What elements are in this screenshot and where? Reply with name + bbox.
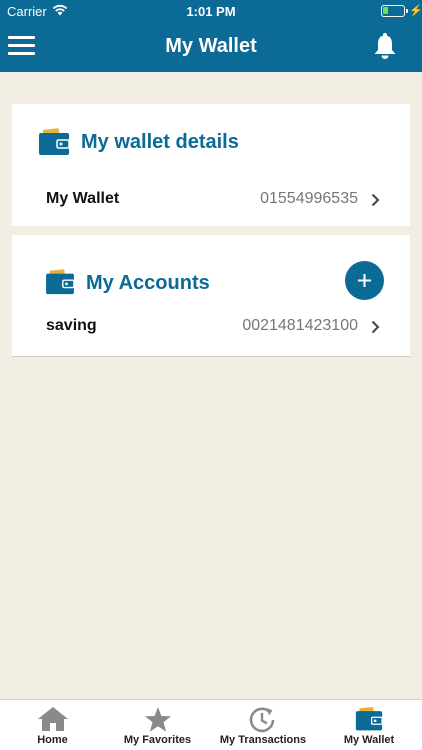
status-bar: Carrier 1:01 PM ⚡ bbox=[0, 0, 422, 22]
tab-favorites[interactable]: My Favorites bbox=[105, 700, 210, 750]
wallet-details-title: My wallet details bbox=[81, 131, 239, 153]
wallet-row[interactable]: My Wallet 01554996535 bbox=[12, 188, 410, 212]
chevron-right-icon bbox=[371, 193, 380, 207]
tab-home[interactable]: Home bbox=[0, 700, 105, 750]
page-title: My Wallet bbox=[165, 35, 257, 57]
accounts-title: My Accounts bbox=[86, 272, 210, 294]
bell-icon bbox=[374, 33, 396, 59]
wallet-icon bbox=[355, 706, 383, 731]
plus-icon bbox=[358, 274, 371, 287]
charging-icon: ⚡ bbox=[409, 5, 422, 17]
accounts-card: My Accounts saving 0021481423100 bbox=[12, 235, 410, 357]
wallet-row-label: My Wallet bbox=[46, 190, 120, 207]
tab-wallet[interactable]: My Wallet bbox=[316, 700, 422, 750]
wallet-icon bbox=[46, 269, 75, 295]
account-row[interactable]: saving 0021481423100 bbox=[12, 315, 410, 339]
tab-home-label: Home bbox=[37, 734, 68, 746]
tab-transactions[interactable]: My Transactions bbox=[210, 700, 316, 750]
account-row-label: saving bbox=[46, 317, 97, 334]
status-time: 1:01 PM bbox=[186, 4, 236, 19]
tab-bar: Home My Favorites My Transactions My Wal… bbox=[0, 699, 422, 750]
notifications-button[interactable] bbox=[372, 32, 400, 60]
star-icon bbox=[144, 707, 171, 732]
chevron-right-icon bbox=[371, 320, 380, 334]
battery-icon bbox=[381, 5, 408, 17]
tab-wallet-label: My Wallet bbox=[343, 734, 395, 746]
add-account-button[interactable] bbox=[345, 261, 384, 300]
wallet-details-card: My wallet details My Wallet 01554996535 bbox=[12, 104, 410, 226]
app-header: Carrier 1:01 PM ⚡ My Wallet bbox=[0, 0, 422, 72]
home-icon bbox=[37, 707, 68, 731]
tab-transactions-label: My Transactions bbox=[219, 734, 307, 746]
clock-icon bbox=[249, 707, 275, 733]
account-row-value: 0021481423100 bbox=[242, 317, 358, 334]
wallet-row-value: 01554996535 bbox=[260, 190, 358, 207]
wallet-icon bbox=[39, 128, 70, 155]
tab-favorites-label: My Favorites bbox=[123, 734, 192, 746]
battery-level bbox=[383, 7, 388, 14]
